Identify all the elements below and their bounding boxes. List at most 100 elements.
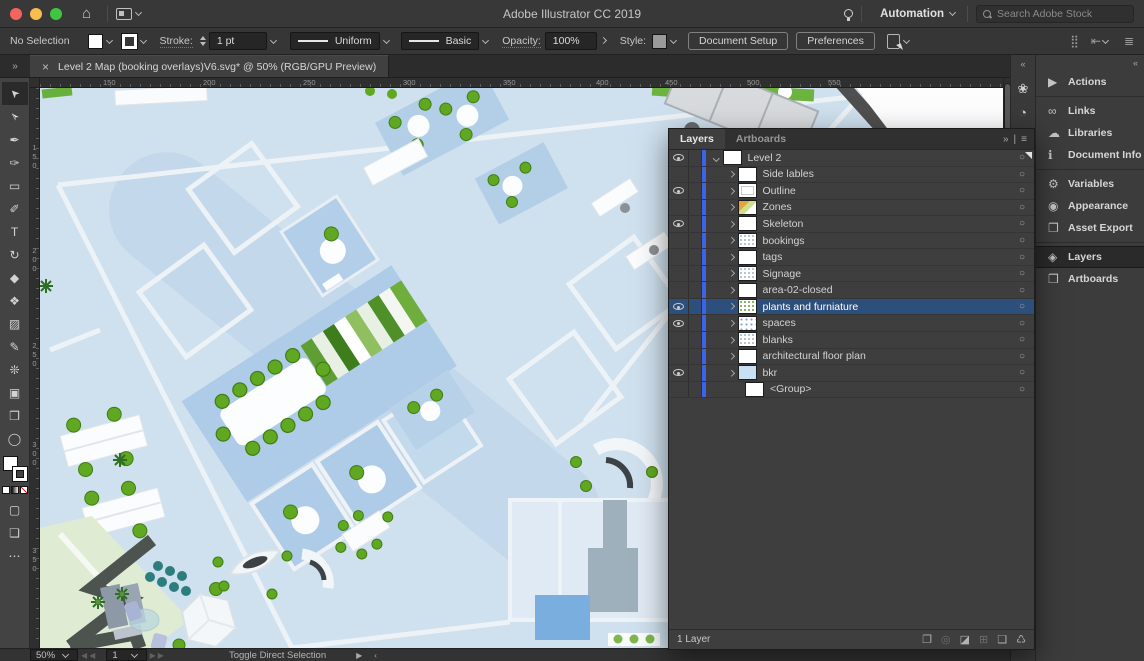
layer-visibility-toggle[interactable] — [669, 216, 689, 232]
layer-visibility-toggle[interactable] — [669, 249, 689, 265]
expand-chevron-icon[interactable] — [728, 337, 734, 343]
stroke-swatch[interactable] — [122, 34, 137, 49]
color-panel-icon[interactable]: ❀ — [1013, 78, 1034, 99]
layer-target-circle[interactable]: ○ — [1019, 285, 1025, 296]
selection-tool[interactable]: ➤ — [2, 82, 28, 105]
chevron-right-icon[interactable] — [600, 36, 607, 43]
shape-builder-tool[interactable]: ❖ — [2, 289, 28, 312]
layer-visibility-toggle[interactable] — [669, 266, 689, 282]
layer-target-circle[interactable]: ○ — [1019, 384, 1025, 395]
layer-lock-cell[interactable] — [689, 233, 702, 249]
panel-menu-icon[interactable]: ≡ — [1021, 134, 1027, 145]
layer-row[interactable]: Skeleton○ — [669, 216, 1034, 233]
chevron-down-icon[interactable] — [949, 9, 956, 16]
panel-list-icon[interactable]: ≣ — [1124, 34, 1134, 48]
layer-row[interactable]: Signage○ — [669, 266, 1034, 283]
chevron-down-icon[interactable] — [106, 36, 113, 43]
search-input[interactable] — [997, 8, 1117, 20]
width-profile-dropdown[interactable]: Uniform — [290, 32, 380, 50]
layer-row[interactable]: plants and furniature○ — [669, 299, 1034, 316]
collect-for-export-icon[interactable]: ❐ — [922, 633, 932, 646]
layer-visibility-toggle[interactable] — [669, 167, 689, 183]
layer-row[interactable]: Outline○ — [669, 183, 1034, 200]
layer-visibility-toggle[interactable] — [669, 382, 689, 398]
stroke-color-box[interactable] — [13, 467, 27, 481]
layer-target-circle[interactable]: ○ — [1019, 268, 1025, 279]
layer-lock-cell[interactable] — [689, 382, 702, 398]
layer-visibility-toggle[interactable] — [669, 315, 689, 331]
layer-target-circle[interactable]: ○ — [1019, 301, 1025, 312]
opacity-field[interactable]: 100% — [545, 32, 597, 50]
artboard-navigation-icon[interactable] — [116, 8, 132, 20]
chevron-down-icon[interactable] — [140, 36, 147, 43]
chevron-down-icon[interactable] — [383, 36, 390, 43]
panel-item-actions[interactable]: ▶Actions — [1036, 71, 1144, 93]
workspace-switcher[interactable]: Automation — [880, 8, 944, 20]
layer-target-circle[interactable]: ○ — [1019, 318, 1025, 329]
layer-row[interactable]: Level 2○ — [669, 150, 1034, 167]
layer-row[interactable]: spaces○ — [669, 315, 1034, 332]
layer-row[interactable]: bookings○ — [669, 233, 1034, 250]
collapse-dock-icon[interactable]: « — [1011, 55, 1035, 75]
make-clipping-mask-icon[interactable]: ◪ — [960, 633, 970, 646]
layer-row[interactable]: Zones○ — [669, 200, 1034, 217]
stock-search[interactable] — [976, 5, 1134, 23]
tab-artboards[interactable]: Artboards — [725, 129, 797, 149]
layer-lock-cell[interactable] — [689, 200, 702, 216]
panel-sidebar-icon[interactable]: » — [1003, 134, 1009, 145]
align-panel-icon[interactable]: ⇤ — [1091, 34, 1112, 48]
rotate-tool[interactable]: ↻ — [2, 243, 28, 266]
close-window-button[interactable] — [10, 8, 22, 20]
discover-lightbulb-icon[interactable] — [844, 9, 853, 18]
layer-lock-cell[interactable] — [689, 249, 702, 265]
layer-row[interactable]: tags○ — [669, 249, 1034, 266]
layer-lock-cell[interactable] — [689, 332, 702, 348]
expand-chevron-icon[interactable] — [728, 188, 734, 194]
artboard-number-dropdown[interactable]: 1 — [106, 649, 146, 661]
panel-item-document-info[interactable]: ℹDocument Info — [1036, 144, 1144, 166]
layer-visibility-toggle[interactable] — [669, 233, 689, 249]
direct-selection-tool[interactable]: ➢ — [2, 105, 28, 128]
zoom-window-button[interactable] — [50, 8, 62, 20]
color-button[interactable] — [2, 486, 10, 494]
layer-row[interactable]: area-02-closed○ — [669, 282, 1034, 299]
chevron-down-icon[interactable] — [670, 36, 677, 43]
layer-target-circle[interactable]: ○ — [1019, 367, 1025, 378]
stroke-weight-field[interactable]: 1 pt — [209, 32, 267, 50]
layer-target-circle[interactable]: ○ — [1019, 185, 1025, 196]
layer-row[interactable]: <Group>○ — [669, 382, 1034, 399]
symbol-sprayer-tool[interactable]: ❊ — [2, 358, 28, 381]
expand-chevron-icon[interactable] — [728, 204, 734, 210]
expand-chevron-icon[interactable] — [728, 254, 734, 260]
expand-chevron-icon[interactable] — [728, 171, 734, 177]
layer-target-circle[interactable]: ○ — [1019, 252, 1025, 263]
gradient-tool[interactable]: ▨ — [2, 312, 28, 335]
artboard-tool[interactable]: ❒ — [2, 404, 28, 427]
layer-row[interactable]: blanks○ — [669, 332, 1034, 349]
chevron-down-icon[interactable] — [482, 36, 489, 43]
expand-chevron-icon[interactable] — [728, 320, 734, 326]
chevron-down-icon[interactable] — [903, 36, 910, 43]
symbols-tool[interactable]: ▣ — [2, 381, 28, 404]
chevron-down-icon[interactable] — [270, 36, 277, 43]
expand-chevron-icon[interactable] — [728, 237, 734, 243]
layer-target-circle[interactable]: ○ — [1019, 235, 1025, 246]
layer-visibility-toggle[interactable] — [669, 332, 689, 348]
expand-chevron-icon[interactable] — [713, 155, 719, 161]
layer-lock-cell[interactable] — [689, 349, 702, 365]
status-play-icon[interactable]: ▶ — [356, 651, 362, 660]
draw-mode-icon[interactable]: ▢ — [2, 498, 28, 521]
expand-chevron-icon[interactable] — [728, 287, 734, 293]
layer-target-circle[interactable]: ○ — [1019, 202, 1025, 213]
brush-dropdown[interactable]: Basic — [401, 32, 480, 50]
layer-visibility-toggle[interactable] — [669, 365, 689, 381]
layer-target-circle[interactable]: ○ — [1019, 218, 1025, 229]
tab-layers[interactable]: Layers — [669, 129, 725, 149]
layer-visibility-toggle[interactable] — [669, 200, 689, 216]
delete-selection-icon[interactable]: ♺ — [1016, 633, 1026, 646]
expand-chevron-icon[interactable] — [728, 370, 734, 376]
layer-target-circle[interactable]: ○ — [1019, 351, 1025, 362]
zoom-tool[interactable]: ◯ — [2, 427, 28, 450]
home-icon[interactable]: ⌂ — [82, 5, 91, 22]
grid-dots-icon[interactable]: ⣿ — [1070, 34, 1079, 48]
